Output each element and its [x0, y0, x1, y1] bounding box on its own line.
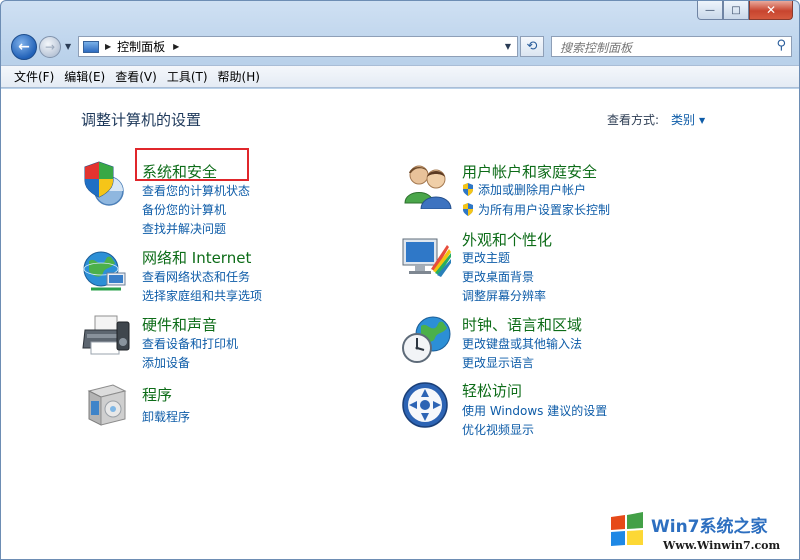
chevron-down-icon[interactable]: ▼ — [699, 116, 705, 125]
ease-of-access-icon[interactable] — [401, 381, 451, 431]
category-title-appearance[interactable]: 外观和个性化 — [462, 229, 552, 250]
link-add-device[interactable]: 添加设备 — [142, 354, 190, 371]
link-network-status[interactable]: 查看网络状态和任务 — [142, 268, 250, 285]
minimize-button[interactable]: — — [697, 1, 723, 20]
breadcrumb-arrow-icon[interactable]: ▶ — [173, 42, 179, 51]
caption-buttons: — □ ✕ — [697, 1, 793, 20]
search-icon[interactable]: ⚲ — [776, 38, 786, 53]
link-desktop-background[interactable]: 更改桌面背景 — [462, 268, 534, 285]
control-panel-icon — [83, 40, 99, 53]
view-by-value[interactable]: 类别 — [671, 113, 695, 127]
watermark-url: Www.Winwin7.com — [663, 539, 781, 552]
category-title-user-accounts[interactable]: 用户帐户和家庭安全 — [462, 161, 597, 182]
link-homegroup-sharing[interactable]: 选择家庭组和共享选项 — [142, 287, 262, 304]
link-change-theme[interactable]: 更改主题 — [462, 249, 510, 266]
page-title: 调整计算机的设置 — [81, 111, 202, 129]
link-view-computer-status[interactable]: 查看您的计算机状态 — [142, 182, 250, 199]
appearance-monitor-icon[interactable] — [401, 235, 453, 285]
system-security-icon[interactable] — [81, 159, 131, 209]
programs-box-icon[interactable] — [83, 381, 131, 431]
navigation-bar: ← → ▼ ▶ 控制面板 ▶ ▼ ⟲ ⚲ — [1, 31, 799, 63]
address-bar[interactable]: ▶ 控制面板 ▶ ▼ — [78, 36, 518, 57]
explorer-window: — □ ✕ ← → ▼ ▶ 控制面板 ▶ ▼ ⟲ ⚲ 文件(F) 编辑(E) 查… — [0, 0, 800, 560]
network-globe-icon[interactable] — [81, 247, 131, 297]
link-add-remove-accounts-label[interactable]: 添加或删除用户帐户 — [478, 181, 586, 198]
view-by-label: 查看方式: — [607, 113, 660, 127]
maximize-button[interactable]: □ — [723, 1, 749, 20]
menu-bar: 文件(F) 编辑(E) 查看(V) 工具(T) 帮助(H) — [1, 65, 799, 88]
back-button[interactable]: ← — [11, 34, 37, 60]
view-by-dropdown[interactable]: 类别 ▼ — [671, 111, 705, 128]
menu-file[interactable]: 文件(F) — [9, 68, 59, 85]
watermark-brand: Win7系统之家 — [651, 517, 768, 537]
menu-edit[interactable]: 编辑(E) — [59, 68, 110, 85]
link-parental-controls-label[interactable]: 为所有用户设置家长控制 — [478, 201, 610, 218]
clock-globe-icon[interactable] — [401, 314, 453, 364]
link-recommended-settings[interactable]: 使用 Windows 建议的设置 — [462, 402, 607, 419]
menu-help[interactable]: 帮助(H) — [213, 68, 265, 85]
search-box[interactable]: ⚲ — [551, 36, 792, 57]
link-troubleshoot[interactable]: 查找并解决问题 — [142, 220, 226, 237]
uac-shield-icon — [463, 183, 473, 196]
link-uninstall-program[interactable]: 卸载程序 — [142, 408, 190, 425]
link-change-input-method[interactable]: 更改键盘或其他输入法 — [462, 335, 582, 352]
forward-button[interactable]: → — [39, 36, 61, 58]
recent-pages-dropdown-icon[interactable]: ▼ — [65, 42, 71, 51]
breadcrumb-control-panel[interactable]: 控制面板 — [117, 38, 165, 55]
printer-hardware-icon[interactable] — [81, 314, 131, 364]
breadcrumb-separator-icon[interactable]: ▶ — [105, 42, 111, 51]
user-accounts-icon[interactable] — [403, 163, 453, 209]
category-title-clock-region[interactable]: 时钟、语言和区域 — [462, 314, 582, 335]
close-button[interactable]: ✕ — [749, 1, 793, 20]
highlight-box — [135, 148, 249, 181]
uac-shield-icon — [463, 203, 473, 216]
category-title-ease-of-access[interactable]: 轻松访问 — [462, 380, 522, 401]
category-title-programs[interactable]: 程序 — [142, 384, 172, 405]
category-title-hardware-sound[interactable]: 硬件和声音 — [142, 314, 217, 335]
menu-view[interactable]: 查看(V) — [110, 68, 162, 85]
link-parental-controls[interactable]: 为所有用户设置家长控制 — [462, 201, 610, 218]
address-dropdown-icon[interactable]: ▼ — [505, 42, 511, 51]
content-pane: 调整计算机的设置 查看方式: 类别 ▼ 系统和安全 查看您的计算机状态 备份您的计… — [1, 89, 799, 559]
link-backup-computer[interactable]: 备份您的计算机 — [142, 201, 226, 218]
link-display-language[interactable]: 更改显示语言 — [462, 354, 534, 371]
category-title-network-internet[interactable]: 网络和 Internet — [142, 247, 251, 268]
link-optimize-display[interactable]: 优化视频显示 — [462, 421, 534, 438]
link-devices-printers[interactable]: 查看设备和打印机 — [142, 335, 238, 352]
search-input[interactable] — [558, 38, 762, 57]
refresh-button[interactable]: ⟲ — [520, 36, 544, 57]
link-add-remove-accounts[interactable]: 添加或删除用户帐户 — [462, 181, 586, 198]
menu-tools[interactable]: 工具(T) — [162, 68, 213, 85]
link-screen-resolution[interactable]: 调整屏幕分辨率 — [462, 287, 546, 304]
